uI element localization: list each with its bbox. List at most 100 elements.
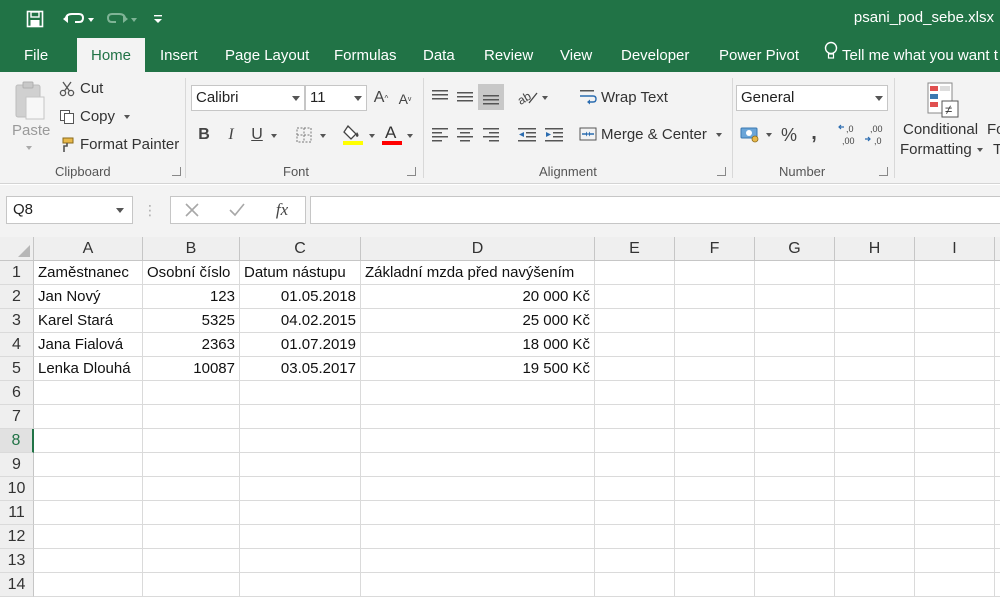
grid-cell[interactable]: [675, 333, 755, 357]
grid-cell[interactable]: [755, 261, 835, 285]
grid-cell[interactable]: [915, 501, 995, 525]
conditional-formatting-line2[interactable]: Formatting: [900, 141, 972, 158]
grid-cell[interactable]: [675, 405, 755, 429]
grid-cell[interactable]: [755, 477, 835, 501]
grid-cell[interactable]: [755, 333, 835, 357]
comma-style-button[interactable]: ,: [806, 122, 822, 144]
fill-color-icon[interactable]: [342, 122, 364, 146]
grid-cell[interactable]: [143, 573, 240, 597]
row-header[interactable]: 1: [0, 261, 34, 285]
grid-cell[interactable]: 01.05.2018: [240, 285, 361, 309]
grid-cell[interactable]: [835, 501, 915, 525]
fill-color-dropdown-icon[interactable]: [369, 134, 375, 138]
underline-button[interactable]: U: [248, 124, 266, 146]
row-header[interactable]: 6: [0, 381, 34, 405]
merge-center-dropdown-icon[interactable]: [716, 133, 722, 137]
grid-cell[interactable]: 01.07.2019: [240, 333, 361, 357]
tab-insert[interactable]: Insert: [160, 38, 198, 72]
grid-cell[interactable]: [361, 381, 595, 405]
grid-cell[interactable]: [675, 309, 755, 333]
align-right-icon[interactable]: [481, 124, 501, 144]
grid-cell[interactable]: [835, 333, 915, 357]
format-painter-button[interactable]: Format Painter: [80, 136, 179, 153]
grid-cell[interactable]: Jana Fialová: [34, 333, 143, 357]
tab-view[interactable]: View: [560, 38, 592, 72]
row-header[interactable]: 9: [0, 453, 34, 477]
grid-cell[interactable]: [835, 381, 915, 405]
grid-cell[interactable]: [915, 261, 995, 285]
grid-cell[interactable]: [143, 453, 240, 477]
tab-page-layout[interactable]: Page Layout: [225, 38, 309, 72]
confirm-entry-icon[interactable]: [228, 201, 246, 219]
accounting-dropdown-icon[interactable]: [766, 133, 772, 137]
grid-cell[interactable]: [915, 285, 995, 309]
formula-input[interactable]: [310, 196, 1000, 224]
grid-cell[interactable]: [995, 453, 1000, 477]
grid-cell[interactable]: [34, 453, 143, 477]
column-header[interactable]: B: [143, 237, 240, 261]
grid-cell[interactable]: [240, 429, 361, 453]
grid-cell[interactable]: [143, 405, 240, 429]
decrease-font-size-icon[interactable]: Av: [397, 90, 413, 108]
grid-cell[interactable]: [595, 477, 675, 501]
font-launcher-icon[interactable]: [407, 167, 416, 176]
grid-cell[interactable]: 5325: [143, 309, 240, 333]
grid-cell[interactable]: [755, 429, 835, 453]
cancel-entry-icon[interactable]: [183, 201, 201, 219]
row-header[interactable]: 5: [0, 357, 34, 381]
grid-cell[interactable]: [361, 453, 595, 477]
grid-cell[interactable]: [915, 429, 995, 453]
grid-cell[interactable]: [755, 525, 835, 549]
underline-dropdown-icon[interactable]: [271, 134, 277, 138]
tab-power-pivot[interactable]: Power Pivot: [719, 38, 799, 72]
grid-cell[interactable]: [835, 525, 915, 549]
grid-cell[interactable]: [675, 549, 755, 573]
grid-cell[interactable]: [595, 549, 675, 573]
grid-cell[interactable]: [361, 501, 595, 525]
grid-cell[interactable]: [240, 573, 361, 597]
row-header[interactable]: 13: [0, 549, 34, 573]
grid-cell[interactable]: [755, 357, 835, 381]
font-name-select[interactable]: Calibri: [191, 85, 305, 111]
grid-cell[interactable]: [143, 477, 240, 501]
undo-icon[interactable]: [60, 8, 96, 30]
customize-qat-icon[interactable]: [150, 8, 166, 30]
accounting-format-icon[interactable]: [739, 124, 763, 144]
grid-cell[interactable]: [995, 429, 1000, 453]
bold-button[interactable]: B: [195, 124, 213, 146]
grid-cell[interactable]: [143, 549, 240, 573]
grid-cell[interactable]: [34, 549, 143, 573]
tab-file[interactable]: File: [24, 38, 48, 72]
grid-cell[interactable]: [675, 573, 755, 597]
row-header[interactable]: 14: [0, 573, 34, 597]
tab-developer[interactable]: Developer: [621, 38, 689, 72]
decrease-decimal-icon[interactable]: ,00,0: [864, 122, 888, 148]
grid-cell[interactable]: [595, 285, 675, 309]
bottom-align-icon[interactable]: [478, 84, 504, 110]
increase-font-size-icon[interactable]: A ^: [372, 88, 390, 108]
grid-cell[interactable]: [34, 573, 143, 597]
grid-cell[interactable]: 123: [143, 285, 240, 309]
tab-formulas[interactable]: Formulas: [334, 38, 397, 72]
orientation-icon[interactable]: ab: [516, 86, 540, 108]
grid-cell[interactable]: [995, 261, 1000, 285]
grid-cell[interactable]: [240, 381, 361, 405]
grid-cell[interactable]: [361, 525, 595, 549]
redo-icon[interactable]: [104, 8, 140, 30]
conditional-formatting-line1[interactable]: Conditional: [903, 121, 978, 138]
grid-cell[interactable]: 20 000 Kč: [361, 285, 595, 309]
grid-cell[interactable]: [143, 381, 240, 405]
grid-cell[interactable]: 18 000 Kč: [361, 333, 595, 357]
grid-cell[interactable]: Osobní číslo: [143, 261, 240, 285]
align-left-icon[interactable]: [430, 124, 450, 144]
row-header[interactable]: 8: [0, 429, 34, 453]
grid-cell[interactable]: [995, 381, 1000, 405]
grid-cell[interactable]: [361, 429, 595, 453]
merge-center-button[interactable]: Merge & Center: [601, 126, 707, 143]
grid-cell[interactable]: [240, 525, 361, 549]
grid-cell[interactable]: [675, 285, 755, 309]
grid-cell[interactable]: [915, 405, 995, 429]
grid-cell[interactable]: Lenka Dlouhá: [34, 357, 143, 381]
insert-function-button[interactable]: fx: [271, 199, 293, 221]
grid-cell[interactable]: [595, 381, 675, 405]
